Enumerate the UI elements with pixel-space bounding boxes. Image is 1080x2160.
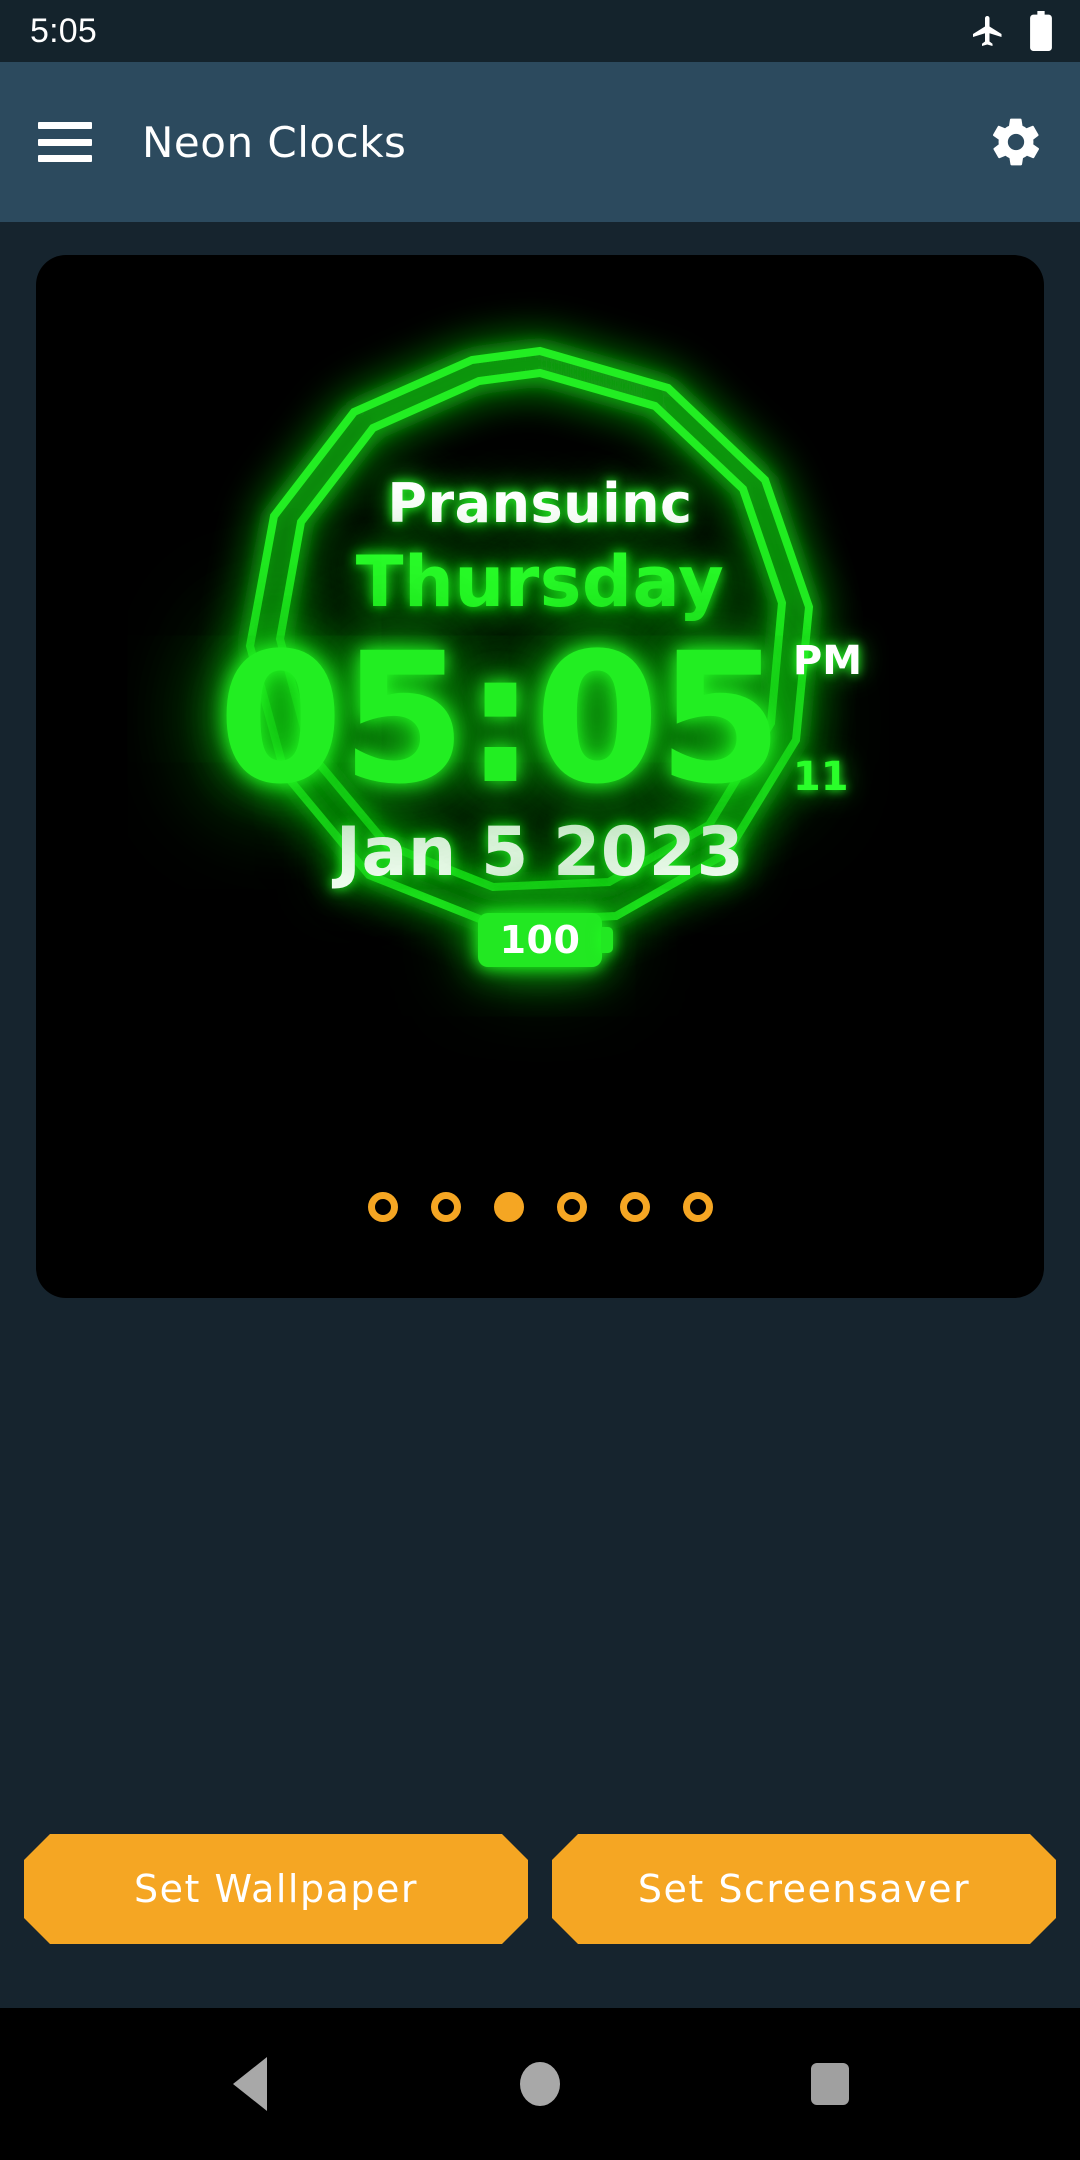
- set-wallpaper-label: Set Wallpaper: [133, 1867, 419, 1911]
- battery-full-icon: [1030, 11, 1052, 51]
- hamburger-menu-icon[interactable]: [38, 122, 92, 162]
- set-screensaver-label: Set Screensaver: [637, 1867, 971, 1911]
- nav-back-button[interactable]: [105, 2057, 395, 2111]
- page-title: Neon Clocks: [142, 117, 407, 167]
- clock-time-row: 05:05 PM 11: [217, 615, 862, 824]
- action-buttons: Set Wallpaper Set Screensaver: [24, 1834, 1056, 1944]
- pager-dots[interactable]: [36, 1192, 1044, 1222]
- clock-brand-label: Pransuinc: [387, 472, 693, 535]
- nav-recents-button[interactable]: [685, 2063, 975, 2105]
- pager-dot[interactable]: [682, 1192, 713, 1222]
- clock-ampm-label: PM: [792, 638, 863, 684]
- pager-dot[interactable]: [367, 1192, 398, 1222]
- battery-level-label: 100: [499, 918, 581, 963]
- app-screen: 5:05 Neon Clocks Pransuinc Thursday 05:0…: [0, 0, 1080, 2160]
- recents-icon: [811, 2063, 849, 2105]
- home-icon: [520, 2062, 560, 2106]
- set-wallpaper-button[interactable]: Set Wallpaper: [24, 1834, 528, 1944]
- clock-face: Pransuinc Thursday 05:05 PM 11 Jan 5 202…: [36, 255, 1044, 1298]
- status-bar-clock: 5:05: [30, 11, 97, 50]
- pager-dot[interactable]: [556, 1192, 587, 1222]
- battery-badge: 100: [478, 913, 613, 968]
- pager-dot[interactable]: [619, 1192, 650, 1222]
- airplane-mode-icon: [973, 16, 1002, 46]
- pager-dot[interactable]: [493, 1192, 524, 1222]
- back-icon: [233, 2057, 267, 2111]
- clock-preview-card[interactable]: Pransuinc Thursday 05:05 PM 11 Jan 5 202…: [36, 255, 1044, 1298]
- status-bar-icons: [970, 11, 1054, 51]
- clock-time-side: PM 11: [793, 623, 862, 801]
- gear-icon[interactable]: [988, 114, 1044, 170]
- set-screensaver-button[interactable]: Set Screensaver: [552, 1834, 1056, 1944]
- clock-date-label: Jan 5 2023: [335, 813, 745, 893]
- system-navigation-bar: [0, 2008, 1080, 2160]
- app-bar: Neon Clocks: [0, 62, 1080, 222]
- clock-seconds-label: 11: [792, 754, 849, 800]
- clock-weekday-label: Thursday: [355, 541, 725, 623]
- nav-home-button[interactable]: [395, 2062, 685, 2106]
- pager-dot[interactable]: [430, 1192, 461, 1222]
- status-bar: 5:05: [0, 0, 1080, 62]
- clock-time-label: 05:05: [217, 615, 783, 824]
